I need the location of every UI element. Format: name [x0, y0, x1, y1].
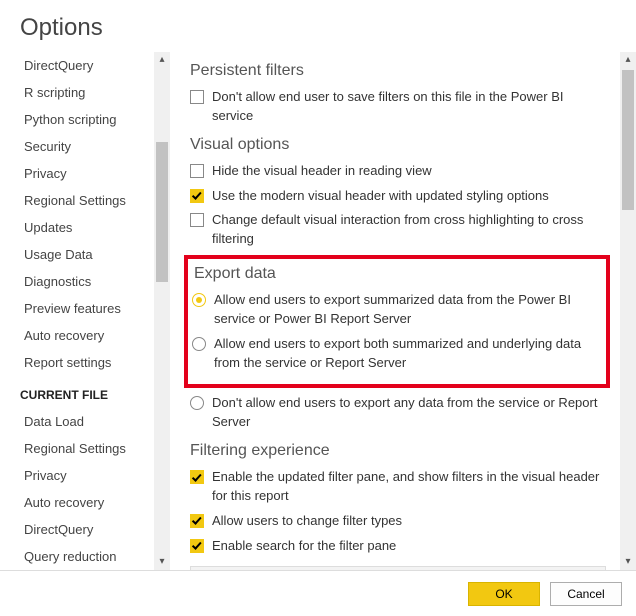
option-cross-filtering[interactable]: Change default visual interaction from c… — [190, 211, 626, 249]
dialog-title: Options — [0, 0, 636, 52]
option-export-none[interactable]: Don't allow end users to export any data… — [190, 394, 626, 432]
checkbox-icon[interactable] — [190, 189, 204, 203]
sidebar-item-cf-auto-recovery[interactable]: Auto recovery — [8, 489, 170, 516]
option-persistent-filters-save[interactable]: Don't allow end user to save filters on … — [190, 88, 626, 126]
feedback-banner: i We'd love your feedback on the new fil… — [190, 566, 606, 571]
checkbox-icon[interactable] — [190, 539, 204, 553]
checkbox-icon[interactable] — [190, 164, 204, 178]
sidebar-item-privacy[interactable]: Privacy — [8, 160, 170, 187]
sidebar-item-r-scripting[interactable]: R scripting — [8, 79, 170, 106]
content-pane: Persistent filters Don't allow end user … — [170, 52, 636, 570]
option-label: Allow users to change filter types — [212, 512, 606, 531]
option-label: Hide the visual header in reading view — [212, 162, 606, 181]
sidebar-item-report-settings[interactable]: Report settings — [8, 349, 170, 376]
sidebar-item-cf-data-load[interactable]: Data Load — [8, 408, 170, 435]
option-updated-filter-pane[interactable]: Enable the updated filter pane, and show… — [190, 468, 626, 506]
sidebar-item-preview-features[interactable]: Preview features — [8, 295, 170, 322]
ok-button[interactable]: OK — [468, 582, 540, 606]
sidebar-item-auto-recovery[interactable]: Auto recovery — [8, 322, 170, 349]
option-label: Don't allow end users to export any data… — [212, 394, 606, 432]
checkbox-icon[interactable] — [190, 514, 204, 528]
option-search-filter-pane[interactable]: Enable search for the filter pane — [190, 537, 626, 556]
dialog-body: DirectQuery R scripting Python scripting… — [0, 52, 636, 570]
content-scrollbar[interactable]: ▴ ▾ — [620, 52, 636, 570]
checkbox-icon[interactable] — [190, 470, 204, 484]
dialog-footer: OK Cancel — [0, 570, 636, 616]
checkbox-icon[interactable] — [190, 213, 204, 227]
scroll-thumb[interactable] — [156, 142, 168, 282]
sidebar-item-cf-query-reduction[interactable]: Query reduction — [8, 543, 170, 570]
option-label: Allow end users to export both summarize… — [214, 335, 582, 373]
radio-icon[interactable] — [190, 396, 204, 410]
sidebar-item-directquery[interactable]: DirectQuery — [8, 52, 170, 79]
option-export-both[interactable]: Allow end users to export both summarize… — [192, 335, 602, 373]
sidebar-item-cf-directquery[interactable]: DirectQuery — [8, 516, 170, 543]
scroll-up-icon[interactable]: ▴ — [154, 52, 170, 68]
checkbox-icon[interactable] — [190, 90, 204, 104]
sidebar-item-cf-privacy[interactable]: Privacy — [8, 462, 170, 489]
cancel-button[interactable]: Cancel — [550, 582, 622, 606]
options-dialog: Options DirectQuery R scripting Python s… — [0, 0, 636, 616]
sidebar: DirectQuery R scripting Python scripting… — [0, 52, 170, 570]
option-label: Enable search for the filter pane — [212, 537, 606, 556]
sidebar-item-diagnostics[interactable]: Diagnostics — [8, 268, 170, 295]
option-change-filter-types[interactable]: Allow users to change filter types — [190, 512, 626, 531]
sidebar-item-regional-settings[interactable]: Regional Settings — [8, 187, 170, 214]
heading-persistent-filters: Persistent filters — [190, 62, 626, 80]
radio-icon[interactable] — [192, 337, 206, 351]
option-label: Don't allow end user to save filters on … — [212, 88, 606, 126]
option-hide-visual-header[interactable]: Hide the visual header in reading view — [190, 162, 626, 181]
radio-icon[interactable] — [192, 293, 206, 307]
sidebar-item-security[interactable]: Security — [8, 133, 170, 160]
scroll-up-icon[interactable]: ▴ — [620, 52, 636, 68]
option-modern-visual-header[interactable]: Use the modern visual header with update… — [190, 187, 626, 206]
sidebar-item-python-scripting[interactable]: Python scripting — [8, 106, 170, 133]
option-label: Use the modern visual header with update… — [212, 187, 606, 206]
option-label: Change default visual interaction from c… — [212, 211, 606, 249]
heading-export-data: Export data — [194, 265, 602, 283]
scroll-thumb[interactable] — [622, 70, 634, 210]
scroll-down-icon[interactable]: ▾ — [154, 554, 170, 570]
sidebar-item-cf-regional-settings[interactable]: Regional Settings — [8, 435, 170, 462]
option-label: Enable the updated filter pane, and show… — [212, 468, 606, 506]
heading-filtering-experience: Filtering experience — [190, 442, 626, 460]
heading-visual-options: Visual options — [190, 136, 626, 154]
sidebar-item-usage-data[interactable]: Usage Data — [8, 241, 170, 268]
option-export-summarized[interactable]: Allow end users to export summarized dat… — [192, 291, 602, 329]
scroll-down-icon[interactable]: ▾ — [620, 554, 636, 570]
option-label: Allow end users to export summarized dat… — [214, 291, 582, 329]
export-data-highlight: Export data Allow end users to export su… — [184, 255, 610, 388]
sidebar-section-current-file: CURRENT FILE — [8, 376, 170, 408]
sidebar-item-updates[interactable]: Updates — [8, 214, 170, 241]
sidebar-scrollbar[interactable]: ▴ ▾ — [154, 52, 170, 570]
